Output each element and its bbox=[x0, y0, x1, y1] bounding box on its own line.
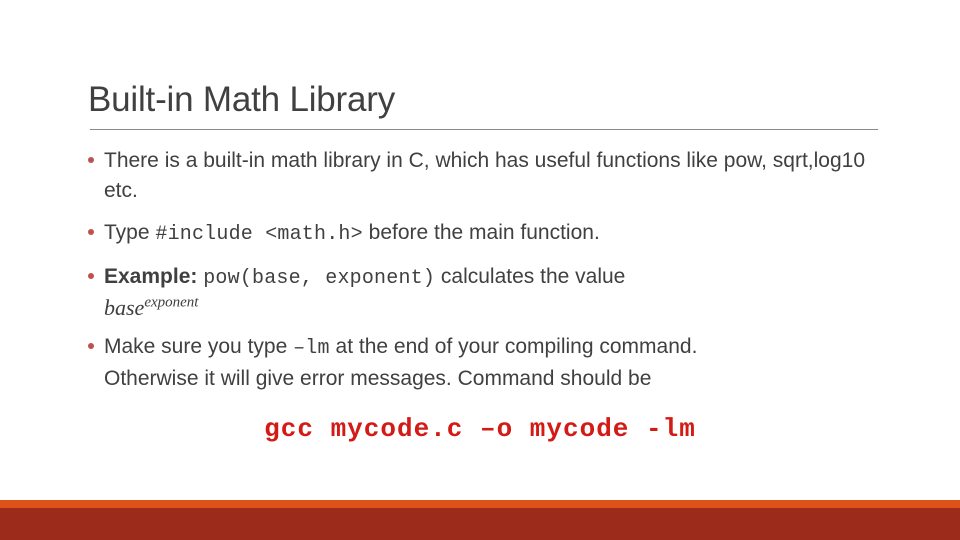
bullet-text-lm-continuation: Otherwise it will give error messages. C… bbox=[104, 367, 652, 390]
title-block: Built-in Math Library bbox=[88, 78, 888, 122]
code-lm-flag: –lm bbox=[293, 337, 330, 360]
bullet-item-math-library: There is a built-in math library in C, w… bbox=[84, 146, 884, 206]
footer-bar bbox=[0, 508, 960, 540]
math-exponent: exponent bbox=[144, 294, 199, 311]
bullet-item-include: Type #include <math.h> before the main f… bbox=[84, 218, 884, 250]
footer-accent-bar bbox=[0, 500, 960, 508]
body-content: There is a built-in math library in C, w… bbox=[84, 146, 884, 394]
bullet-dot-icon bbox=[88, 273, 94, 279]
bullet-text-include-prefix: Type bbox=[104, 221, 156, 244]
math-base: base bbox=[104, 295, 145, 320]
bullet-text-include-suffix: before the main function. bbox=[362, 221, 600, 244]
bullet-item-example: Example: pow(base, exponent) calculates … bbox=[84, 262, 884, 294]
bullet-item-lm-flag: Make sure you type –lm at the end of you… bbox=[84, 332, 884, 364]
code-include-directive: #include <math.h> bbox=[155, 223, 363, 246]
bullet-text-lm-prefix: Make sure you type bbox=[104, 335, 294, 358]
bullet-dot-icon bbox=[88, 229, 94, 235]
bullet-text-example-suffix: calculates the value bbox=[435, 265, 626, 288]
bullet-text-math-library: There is a built-in math library in C, w… bbox=[104, 149, 866, 202]
slide-canvas: Built-in Math Library There is a built-i… bbox=[0, 0, 960, 540]
bullet-dot-icon bbox=[88, 157, 94, 163]
math-expression-base-exponent: baseexponent bbox=[84, 294, 884, 322]
bullet-text-lm-suffix: at the end of your compiling command. bbox=[329, 335, 698, 358]
code-pow-call: pow(base, exponent) bbox=[203, 267, 436, 290]
bullet-text-example-prefix: Example: bbox=[104, 265, 204, 288]
page-title: Built-in Math Library bbox=[88, 80, 396, 119]
bullet-dot-icon bbox=[88, 343, 94, 349]
command-example-text: gcc mycode.c –o mycode -lm bbox=[264, 414, 696, 444]
title-divider bbox=[90, 129, 878, 130]
